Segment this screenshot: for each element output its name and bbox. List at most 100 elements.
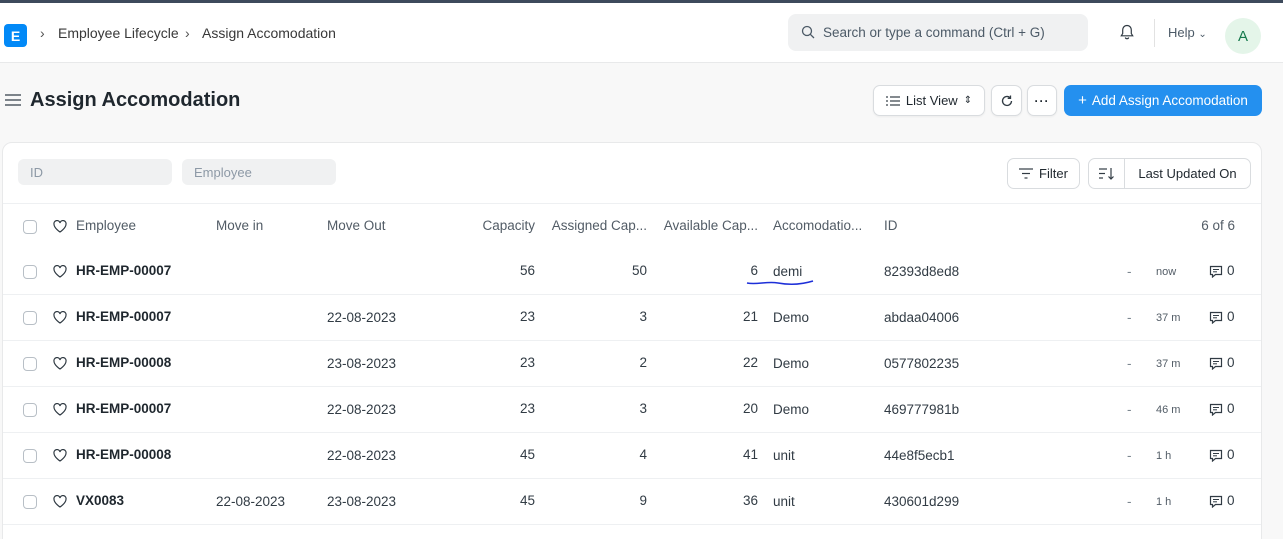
available-capacity-cell: 41: [742, 447, 758, 462]
row-checkbox[interactable]: [23, 449, 37, 463]
row-checkbox[interactable]: [23, 311, 37, 325]
sort-direction-button[interactable]: [1089, 159, 1125, 188]
modified-time: 37 m: [1156, 312, 1181, 324]
column-header-move-in[interactable]: Move in: [216, 218, 316, 233]
heart-icon[interactable]: [53, 495, 67, 508]
column-header-move-out[interactable]: Move Out: [327, 218, 427, 233]
breadcrumb-employee-lifecycle[interactable]: Employee Lifecycle: [58, 25, 179, 41]
table-row[interactable]: HR-EMP-00008 23-08-2023 23 2 22 Demo 057780223…: [3, 341, 1261, 387]
table-row[interactable]: HR-EMP-00008 22-08-2023 45 4 41 unit 44e8f5ecb…: [3, 433, 1261, 479]
table-row[interactable]: HR-EMP-00007 22-08-2023 23 3 21 Demo abdaa0400…: [3, 295, 1261, 341]
modified-time: 37 m: [1156, 358, 1181, 370]
search-bar[interactable]: Search or type a command (Ctrl + G): [788, 14, 1088, 51]
avatar[interactable]: A: [1225, 18, 1261, 54]
sort-selector[interactable]: Last Updated On: [1088, 158, 1251, 189]
refresh-button[interactable]: [991, 85, 1022, 116]
comment-count: 0: [1227, 309, 1235, 324]
heart-icon[interactable]: [53, 311, 67, 324]
add-assign-accomodation-button[interactable]: + Add Assign Accomodation: [1064, 85, 1262, 116]
accomodation-cell: Demo: [773, 356, 810, 371]
heart-icon[interactable]: [53, 220, 67, 233]
assigned-capacity-cell: 4: [639, 447, 647, 462]
record-count: 6 of 6: [1201, 218, 1235, 233]
chevron-down-icon: ⌄: [1198, 29, 1207, 40]
table-header: Employee Move in Move Out Capacity Assig…: [3, 203, 1261, 249]
navbar: E › Employee Lifecycle › Assign Accomoda…: [0, 3, 1283, 63]
row-checkbox[interactable]: [23, 403, 37, 417]
employee-link[interactable]: HR-EMP-00008: [76, 355, 171, 370]
dash-cell: -: [1127, 310, 1132, 325]
heart-icon[interactable]: [53, 357, 67, 370]
list-view-button[interactable]: List View ⇕: [873, 85, 985, 116]
move-out-cell: 23-08-2023: [327, 356, 397, 371]
id-cell: 469777981b: [884, 402, 960, 417]
list-view-label: List View: [905, 93, 958, 108]
row-checkbox[interactable]: [23, 265, 37, 279]
table-row[interactable]: HR-EMP-00007 56 50 6 demi 82393d8ed8 - now 0: [3, 249, 1261, 295]
table-row[interactable]: VX0083 22-08-2023 23-08-2023 45 9 36 unit 43060…: [3, 479, 1261, 525]
available-capacity-cell: 36: [742, 493, 758, 508]
comment-icon: [1209, 265, 1223, 278]
heart-icon[interactable]: [53, 265, 67, 278]
dash-cell: -: [1127, 494, 1132, 509]
comment-icon: [1209, 403, 1223, 416]
sort-by-label[interactable]: Last Updated On: [1125, 166, 1250, 181]
row-checkbox[interactable]: [23, 357, 37, 371]
available-capacity-cell: 22: [742, 355, 758, 370]
available-capacity-cell: 6: [750, 263, 758, 278]
row-checkbox[interactable]: [23, 495, 37, 509]
accomodation-cell: unit: [773, 448, 795, 463]
assigned-capacity-cell: 50: [631, 263, 647, 278]
assigned-capacity-cell: 3: [639, 309, 647, 324]
modified-time: now: [1156, 266, 1177, 278]
column-header-id[interactable]: ID: [884, 218, 1004, 233]
filter-button[interactable]: Filter: [1007, 158, 1080, 189]
column-header-employee[interactable]: Employee: [76, 218, 136, 233]
chevron-updown-icon: ⇕: [963, 95, 973, 106]
assigned-capacity-cell: 3: [639, 401, 647, 416]
move-out-cell: 22-08-2023: [327, 402, 397, 417]
ellipsis-icon: ···: [1034, 93, 1050, 108]
search-icon: [801, 25, 815, 39]
capacity-cell: 23: [519, 309, 535, 324]
handwritten-underline-annotation: [746, 280, 814, 286]
comment-count: 0: [1227, 263, 1235, 278]
accomodation-cell: unit: [773, 494, 795, 509]
column-header-accomodation[interactable]: Accomodatio...: [773, 218, 869, 233]
heart-icon[interactable]: [53, 403, 67, 416]
available-capacity-cell: 20: [742, 401, 758, 416]
comment-count: 0: [1227, 447, 1235, 462]
employee-link[interactable]: HR-EMP-00007: [76, 309, 171, 324]
comment-icon: [1209, 449, 1223, 462]
move-out-cell: 22-08-2023: [327, 448, 397, 463]
employee-link[interactable]: HR-EMP-00008: [76, 447, 171, 462]
employee-link[interactable]: HR-EMP-00007: [76, 263, 171, 278]
column-header-capacity[interactable]: Capacity: [465, 218, 535, 233]
list-card: ID Employee Filter Last Updated On Emplo…: [2, 142, 1262, 539]
breadcrumb-assign-accomodation[interactable]: Assign Accomodation: [202, 25, 336, 41]
modified-time: 1 h: [1156, 496, 1172, 508]
more-options-button[interactable]: ···: [1027, 85, 1057, 116]
notification-bell-icon[interactable]: [1118, 23, 1136, 41]
capacity-cell: 45: [519, 447, 535, 462]
accomodation-cell: demi: [773, 264, 803, 279]
column-header-assigned-capacity[interactable]: Assigned Cap...: [550, 218, 647, 233]
help-dropdown[interactable]: Help ⌄: [1168, 25, 1207, 40]
employee-link[interactable]: VX0083: [76, 493, 124, 508]
plus-icon: +: [1078, 92, 1087, 109]
employee-link[interactable]: HR-EMP-00007: [76, 401, 171, 416]
heart-icon[interactable]: [53, 449, 67, 462]
id-filter-input[interactable]: ID: [18, 159, 172, 185]
employee-filter-input[interactable]: Employee: [182, 159, 336, 185]
modified-time: 46 m: [1156, 404, 1181, 416]
dash-cell: -: [1127, 448, 1132, 463]
column-header-available-capacity[interactable]: Available Cap...: [661, 218, 758, 233]
app-logo[interactable]: E: [4, 24, 27, 47]
capacity-cell: 56: [519, 263, 535, 278]
comment-count: 0: [1227, 493, 1235, 508]
chevron-right-icon: ›: [185, 25, 190, 41]
select-all-checkbox[interactable]: [23, 220, 37, 234]
sidebar-toggle-icon[interactable]: [5, 93, 21, 107]
table-row[interactable]: HR-EMP-00007 22-08-2023 23 3 20 Demo 469777981…: [3, 387, 1261, 433]
available-capacity-cell: 21: [742, 309, 758, 324]
